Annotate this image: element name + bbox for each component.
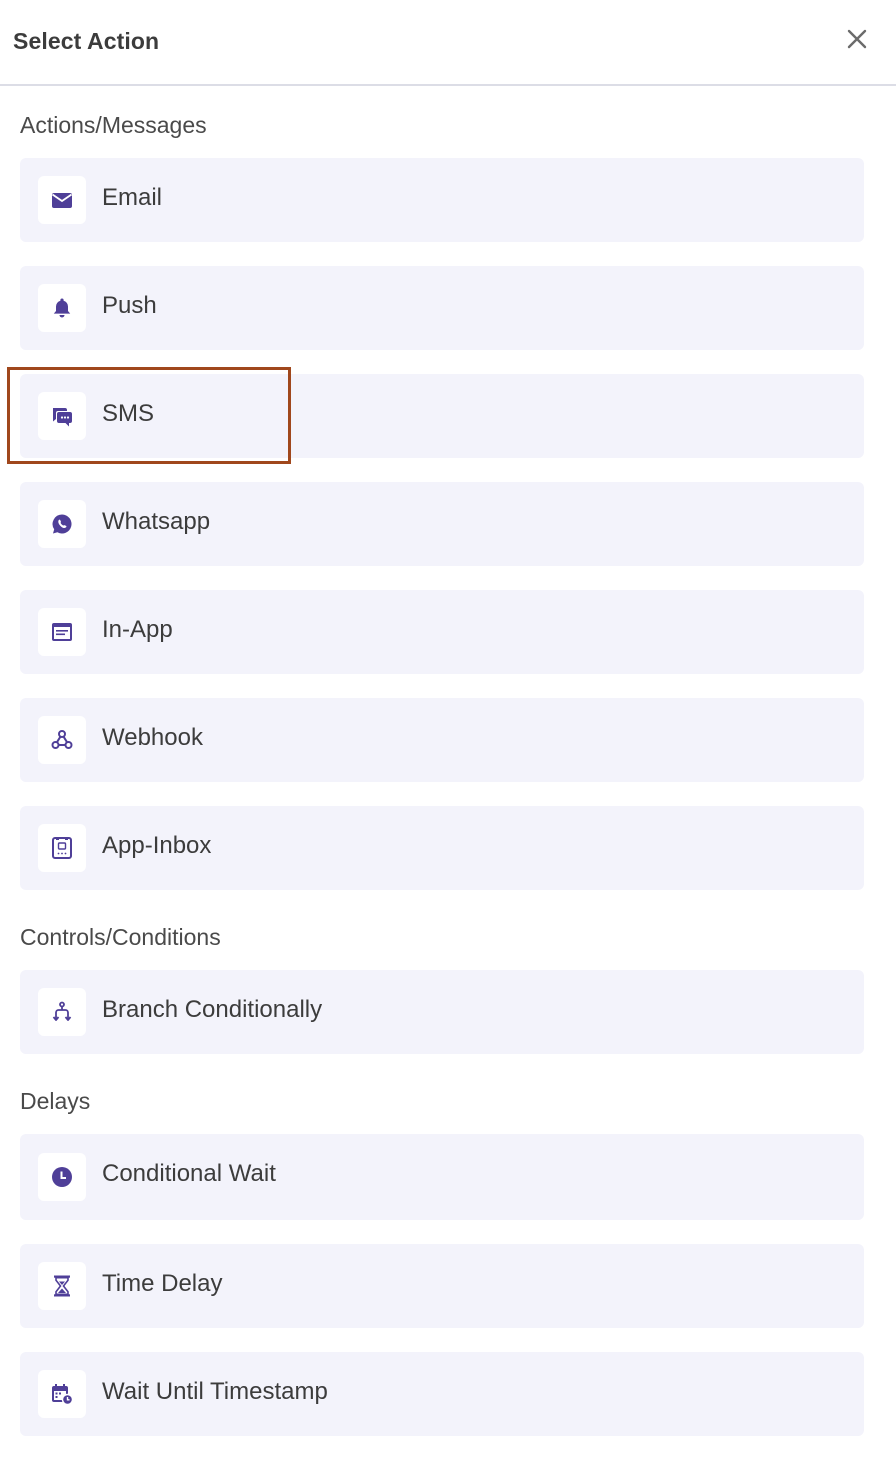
- hourglass-icon: [54, 1275, 70, 1297]
- action-item-label: Email: [102, 184, 163, 211]
- clock-icon: [52, 1167, 72, 1187]
- action-item-wait-until-timestamp[interactable]: Wait Until Timestamp: [20, 1352, 864, 1436]
- action-item-in-app[interactable]: In-App: [20, 590, 864, 674]
- action-item-label: SMS: [102, 400, 155, 427]
- action-item-label: Whatsapp: [102, 508, 211, 535]
- section-label-delays: Delays: [20, 1088, 91, 1114]
- action-item-branch-conditionally[interactable]: Branch Conditionally: [20, 970, 864, 1054]
- bell-icon: [53, 298, 71, 318]
- action-item-time-delay[interactable]: Time Delay: [20, 1244, 864, 1328]
- action-item-webhook[interactable]: Webhook: [20, 698, 864, 782]
- close-icon[interactable]: [842, 24, 872, 54]
- section-label-actions-messages: Actions/Messages: [20, 112, 207, 138]
- dialog-header: Select Action: [0, 0, 896, 86]
- sms-icon: [53, 408, 72, 427]
- webhook-icon: [51, 730, 73, 749]
- action-item-label: Wait Until Timestamp: [102, 1378, 328, 1405]
- section-label-controls-conditions: Controls/Conditions: [20, 924, 221, 950]
- dialog-title: Select Action: [13, 28, 160, 54]
- action-item-conditional-wait[interactable]: Conditional Wait: [20, 1134, 864, 1220]
- action-item-label: Webhook: [102, 724, 203, 751]
- action-item-label: Time Delay: [102, 1270, 223, 1297]
- action-item-label: In-App: [102, 616, 173, 643]
- in-app-icon: [52, 623, 72, 641]
- action-item-email[interactable]: Email: [20, 158, 864, 242]
- action-item-label: App-Inbox: [102, 832, 212, 859]
- action-item-app-inbox[interactable]: App-Inbox: [20, 806, 864, 890]
- email-icon: [51, 193, 73, 208]
- action-item-push[interactable]: Push: [20, 266, 864, 350]
- whatsapp-icon: [52, 514, 72, 534]
- app-inbox-icon: [52, 837, 72, 859]
- action-item-label: Conditional Wait: [102, 1160, 276, 1187]
- branch-icon: [52, 1001, 72, 1021]
- calendar-clock-icon: [52, 1384, 74, 1406]
- action-item-label: Branch Conditionally: [102, 996, 323, 1023]
- action-item-sms[interactable]: SMS: [20, 374, 864, 458]
- action-item-label: Push: [102, 292, 157, 319]
- action-item-whatsapp[interactable]: Whatsapp: [20, 482, 864, 566]
